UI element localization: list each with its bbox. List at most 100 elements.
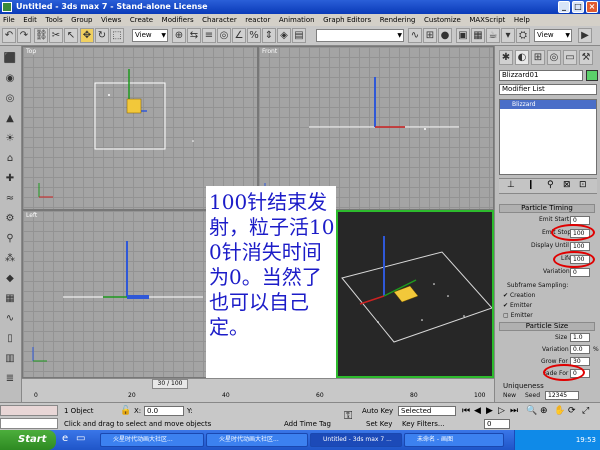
menu-rendering[interactable]: Rendering bbox=[377, 14, 419, 26]
spacewarp-icon[interactable]: ≈ bbox=[3, 192, 17, 206]
create-tab-icon[interactable]: ✱ bbox=[499, 50, 513, 65]
compound-icon[interactable]: ◆ bbox=[3, 272, 17, 286]
link-icon[interactable]: ⛓ bbox=[34, 28, 48, 43]
patch-icon[interactable]: ▦ bbox=[3, 292, 17, 306]
particle-size-rollout[interactable]: Particle Size bbox=[499, 322, 595, 331]
menu-graph-editors[interactable]: Graph Editors bbox=[320, 14, 374, 26]
menu-views[interactable]: Views bbox=[98, 14, 124, 26]
maximize-button[interactable]: □ bbox=[572, 1, 584, 13]
snap-icon[interactable]: ◎ bbox=[217, 28, 231, 43]
show-end-result-icon[interactable]: ❙ bbox=[527, 180, 535, 190]
cone-icon[interactable]: ▲ bbox=[3, 112, 17, 126]
window-icon[interactable]: ▥ bbox=[3, 352, 17, 366]
size-value[interactable]: 1.0 bbox=[570, 333, 590, 342]
quick-render-icon[interactable]: ☕ bbox=[486, 28, 500, 43]
render-frame-icon[interactable]: ▦ bbox=[471, 28, 485, 43]
prev-frame-icon[interactable]: ◀ bbox=[474, 406, 481, 416]
motion-tab-icon[interactable]: ◎ bbox=[547, 50, 561, 65]
modify-tab-icon[interactable]: ◐ bbox=[515, 50, 529, 65]
add-time-tag-button[interactable]: Add Time Tag bbox=[284, 420, 331, 428]
nurbs-icon[interactable]: ∿ bbox=[3, 312, 17, 326]
menu-help[interactable]: Help bbox=[511, 14, 533, 26]
select-move-icon[interactable]: ✥ bbox=[80, 28, 94, 43]
stack-item-blizzard[interactable]: Blizzard bbox=[500, 100, 596, 109]
task-button[interactable]: 火星时代动画大社区... bbox=[100, 433, 204, 447]
size-variation-value[interactable]: 0.0 bbox=[570, 345, 590, 354]
task-button[interactable]: 未命名 - 画图 bbox=[404, 433, 504, 447]
display-tab-icon[interactable]: ▭ bbox=[563, 50, 577, 65]
viewport-perspective[interactable] bbox=[336, 210, 494, 378]
unlink-icon[interactable]: ✂ bbox=[49, 28, 63, 43]
creation-checkbox[interactable]: ✔ Creation bbox=[503, 292, 535, 299]
time-slider-thumb[interactable]: 30 / 100 bbox=[152, 379, 188, 389]
redo-icon[interactable]: ↷ bbox=[17, 28, 31, 43]
named-selection-select[interactable] bbox=[316, 29, 404, 42]
quicklaunch-desktop-icon[interactable]: ▭ bbox=[76, 433, 85, 444]
menu-modifiers[interactable]: Modifiers bbox=[159, 14, 197, 26]
menu-reactor[interactable]: reactor bbox=[242, 14, 273, 26]
render-view-select[interactable]: View bbox=[534, 29, 572, 42]
menu-create[interactable]: Create bbox=[127, 14, 156, 26]
object-color-swatch[interactable] bbox=[586, 70, 598, 81]
maximize-viewport-icon[interactable]: ⤢ bbox=[582, 406, 589, 416]
auto-key-button[interactable]: Auto Key bbox=[362, 407, 393, 415]
stair-icon[interactable]: ≣ bbox=[3, 372, 17, 386]
select-scale-icon[interactable]: ⬚ bbox=[110, 28, 124, 43]
key-icon[interactable]: ⚿ bbox=[344, 409, 352, 423]
quicklaunch-ie-icon[interactable]: e bbox=[62, 433, 68, 444]
systems-icon[interactable]: ⚙ bbox=[3, 212, 17, 226]
emitter-rotation-checkbox[interactable]: ▢ Emitter bbox=[503, 312, 533, 319]
menu-group[interactable]: Group bbox=[68, 14, 95, 26]
next-frame-icon[interactable]: ▷ bbox=[498, 406, 505, 416]
menu-tools[interactable]: Tools bbox=[42, 14, 65, 26]
goto-start-icon[interactable]: ⏮ bbox=[462, 406, 470, 416]
curve-editor-icon[interactable]: ∿ bbox=[408, 28, 422, 43]
set-key-button[interactable]: Set Key bbox=[366, 420, 392, 428]
zoom-all-icon[interactable]: ⊕ bbox=[540, 406, 548, 416]
menu-maxscript[interactable]: MAXScript bbox=[466, 14, 508, 26]
close-button[interactable]: × bbox=[586, 1, 598, 13]
maxscript-input-mini[interactable] bbox=[0, 418, 58, 429]
display-until-value[interactable]: 100 bbox=[570, 242, 590, 251]
spinner-snap-icon[interactable]: ⇕ bbox=[262, 28, 276, 43]
select-rotate-icon[interactable]: ↻ bbox=[95, 28, 109, 43]
time-slider[interactable]: 30 / 100 bbox=[22, 378, 494, 389]
helper-icon[interactable]: ✚ bbox=[3, 172, 17, 186]
minimize-button[interactable]: _ bbox=[558, 1, 570, 13]
reference-coordinate-select[interactable]: View bbox=[132, 29, 168, 42]
render-setup-icon[interactable]: ▣ bbox=[456, 28, 470, 43]
light-icon[interactable]: ☀ bbox=[3, 132, 17, 146]
maxscript-listener-mini[interactable] bbox=[0, 405, 58, 416]
utilities-tab-icon[interactable]: ⚒ bbox=[579, 50, 593, 65]
particle-timing-rollout[interactable]: Particle Timing bbox=[499, 204, 595, 213]
play-icon[interactable]: ▶ bbox=[486, 406, 493, 416]
task-button[interactable]: Untitled - 3ds max 7 ... bbox=[310, 433, 402, 447]
menu-character[interactable]: Character bbox=[199, 14, 240, 26]
select-object-icon[interactable]: ↖ bbox=[64, 28, 78, 43]
sphere-icon[interactable]: ◉ bbox=[3, 72, 17, 86]
pan-icon[interactable]: ✋ bbox=[554, 406, 565, 416]
mirror-icon[interactable]: ⇆ bbox=[187, 28, 201, 43]
hierarchy-tab-icon[interactable]: ⊞ bbox=[531, 50, 545, 65]
timing-variation-value[interactable]: 0 bbox=[570, 268, 590, 277]
track-bar[interactable]: 0 20 40 60 80 100 bbox=[22, 389, 494, 403]
pin-stack-icon[interactable]: ⊥ bbox=[507, 180, 515, 190]
modifier-list-select[interactable]: Modifier List bbox=[499, 84, 597, 95]
menu-edit[interactable]: Edit bbox=[20, 14, 40, 26]
seed-value[interactable]: 12345 bbox=[545, 391, 579, 400]
task-button[interactable]: 火星时代动画大社区... bbox=[206, 433, 308, 447]
emitter-translation-checkbox[interactable]: ✔ Emitter bbox=[503, 302, 532, 309]
modifier-stack[interactable]: Blizzard bbox=[499, 99, 597, 175]
torus-icon[interactable]: ◎ bbox=[3, 92, 17, 106]
object-name-field[interactable]: Blizzard01 bbox=[499, 70, 583, 81]
angle-snap-icon[interactable]: ∠ bbox=[232, 28, 246, 43]
camera-icon[interactable]: ⌂ bbox=[3, 152, 17, 166]
configure-sets-icon[interactable]: ⊡ bbox=[579, 180, 587, 190]
particle-icon[interactable]: ⁂ bbox=[3, 252, 17, 266]
remove-modifier-icon[interactable]: ⊠ bbox=[563, 180, 571, 190]
schematic-icon[interactable]: ⊞ bbox=[423, 28, 437, 43]
align-icon[interactable]: ≡ bbox=[202, 28, 216, 43]
menu-customize[interactable]: Customize bbox=[421, 14, 464, 26]
menu-file[interactable]: File bbox=[0, 14, 18, 26]
named-selection-icon[interactable]: ◈ bbox=[277, 28, 291, 43]
